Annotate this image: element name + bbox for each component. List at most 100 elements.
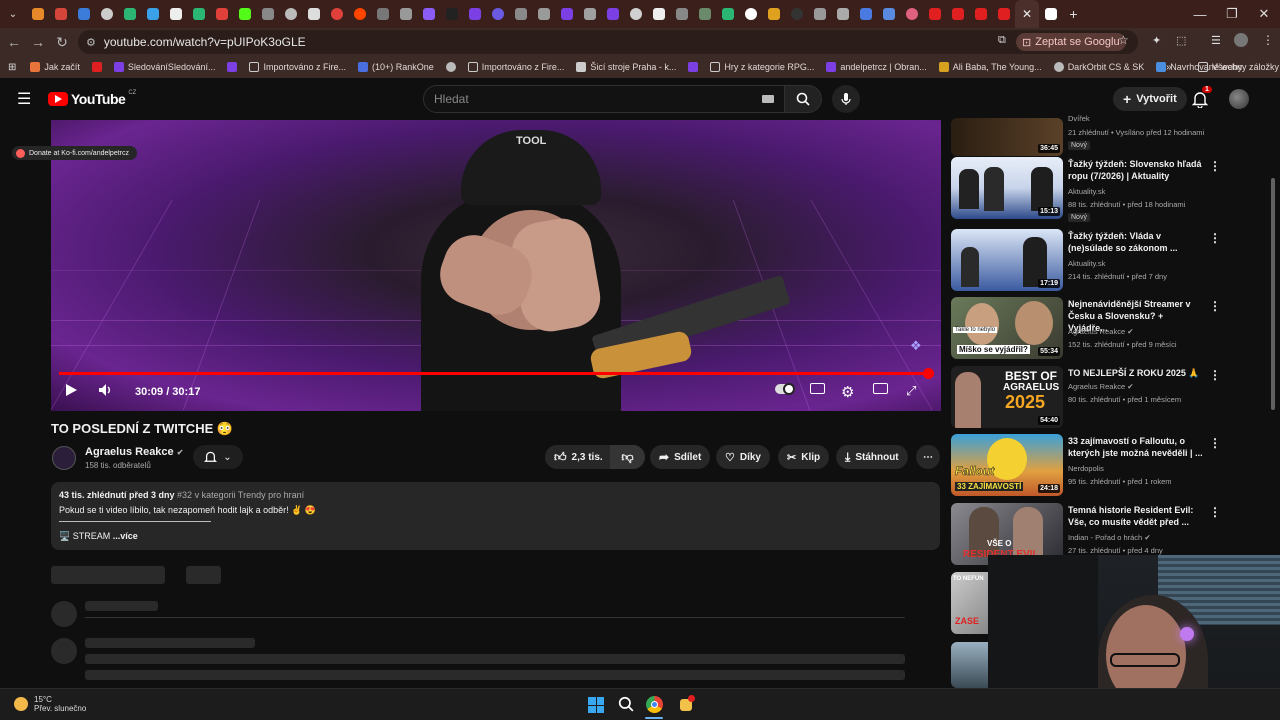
video-thumbnail[interactable]: BEST OF AGRAELUS 2025 54:40: [951, 366, 1063, 428]
more-options-icon[interactable]: ⋮: [1209, 231, 1221, 245]
video-player[interactable]: TOOL ❖ 30:09 / 30:17 ⚙ ⤢: [51, 120, 941, 411]
tab[interactable]: [164, 0, 187, 28]
account-avatar[interactable]: [1229, 89, 1249, 109]
tab[interactable]: [578, 0, 601, 28]
download-button[interactable]: ⤓ Stáhnout: [836, 445, 908, 469]
show-more-link[interactable]: ...více: [113, 531, 138, 541]
tab[interactable]: [486, 0, 509, 28]
bookmark-item[interactable]: [688, 62, 699, 72]
subscription-bell-button[interactable]: ⌄: [193, 445, 243, 469]
tab[interactable]: [716, 0, 739, 28]
forward-button[interactable]: →: [26, 34, 50, 50]
keyboard-icon[interactable]: [762, 95, 774, 103]
maximize-button[interactable]: ❐: [1216, 6, 1248, 22]
tab[interactable]: [279, 0, 302, 28]
bookmark-item[interactable]: (10+) RankOne: [358, 62, 434, 72]
tab[interactable]: [693, 0, 716, 28]
chrome-taskbar-icon[interactable]: [646, 696, 663, 713]
video-thumbnail[interactable]: Takle to nebylo Míško se vyjádřil? 55:34: [951, 297, 1063, 359]
clip-button[interactable]: ✂ Klip: [778, 445, 830, 469]
recommendation-item[interactable]: Takle to nebylo Míško se vyjádřil? 55:34…: [951, 297, 1261, 361]
dislike-button[interactable]: 👎︎: [610, 445, 645, 469]
apps-grid-icon[interactable]: ⊞: [8, 62, 16, 73]
tab[interactable]: [532, 0, 555, 28]
tab[interactable]: [739, 0, 762, 28]
tab[interactable]: [785, 0, 808, 28]
tab[interactable]: [854, 0, 877, 28]
play-button[interactable]: [65, 383, 78, 397]
bookmark-item[interactable]: Šicí stroje Praha - k...: [576, 62, 676, 72]
recommendation-item[interactable]: Fallout 33 ZAJÍMAVOSTÍ 24:18 33 zajímavo…: [951, 434, 1261, 498]
bookmark-item[interactable]: Ali Baba, The Young...: [938, 62, 1042, 72]
more-options-icon[interactable]: ⋮: [1209, 436, 1221, 450]
tab[interactable]: [187, 0, 210, 28]
thanks-button[interactable]: ♡ Díky: [716, 445, 770, 469]
tab[interactable]: [325, 0, 348, 28]
tab[interactable]: [394, 0, 417, 28]
tab[interactable]: [210, 0, 233, 28]
tab[interactable]: [233, 0, 256, 28]
tab[interactable]: [877, 0, 900, 28]
bookmark-folder[interactable]: Importováno z Fire...: [249, 62, 346, 72]
more-options-icon[interactable]: ⋮: [1209, 505, 1221, 519]
taskbar-search-button[interactable]: [618, 696, 634, 717]
settings-button[interactable]: ⚙: [841, 383, 854, 401]
voice-search-button[interactable]: [832, 85, 860, 113]
reload-button[interactable]: ↻: [50, 34, 74, 51]
tab[interactable]: [992, 0, 1015, 28]
tab[interactable]: [118, 0, 141, 28]
tab[interactable]: [900, 0, 923, 28]
tab-active-close[interactable]: ✕: [1015, 0, 1039, 28]
more-actions-button[interactable]: ⋯: [916, 445, 940, 469]
address-bar[interactable]: ⚙ youtube.com/watch?v=pUIPoK3oGLE ⧉ ⊡ Ze…: [78, 30, 1138, 54]
subtitles-button[interactable]: [810, 383, 825, 394]
ask-google-button[interactable]: ⊡ Zeptat se Googlu: [1016, 33, 1126, 51]
tab[interactable]: [946, 0, 969, 28]
tab[interactable]: [463, 0, 486, 28]
bookmark-item[interactable]: [445, 62, 456, 72]
scrubber-handle[interactable]: [922, 368, 934, 379]
bookmark-folder[interactable]: Importováno z Fire...: [467, 62, 564, 72]
tab[interactable]: [49, 0, 72, 28]
weather-widget[interactable]: 15°C Přev. slunečno: [14, 695, 86, 713]
more-bookmarks-icon[interactable]: »: [1166, 62, 1172, 73]
reading-list-icon[interactable]: ☰: [1211, 34, 1221, 47]
site-info-icon[interactable]: ⚙: [86, 36, 96, 49]
channel-avatar[interactable]: [52, 446, 76, 470]
tab[interactable]: [624, 0, 647, 28]
recommendation-item[interactable]: 15:13 Ťažký týždeň: Slovensko hľadá ropu…: [951, 157, 1261, 223]
tab[interactable]: [670, 0, 693, 28]
tab[interactable]: [72, 0, 95, 28]
tab[interactable]: [555, 0, 578, 28]
window-close-button[interactable]: ✕: [1248, 6, 1280, 22]
start-button[interactable]: [588, 697, 604, 713]
bookmark-item[interactable]: [227, 62, 238, 72]
trending-tag[interactable]: #32 v kategorii Trendy pro hraní: [177, 490, 304, 500]
bookmark-item[interactable]: Jak začít: [30, 62, 80, 72]
recommendation-item[interactable]: 17:19 Ťažký týždeň: Vláda v (ne)súlade s…: [951, 229, 1261, 293]
tab[interactable]: [371, 0, 394, 28]
volume-button[interactable]: [98, 383, 112, 397]
bookmark-item[interactable]: [91, 62, 102, 72]
bookmark-item[interactable]: SledováníSledování...: [113, 62, 215, 72]
like-button[interactable]: 👍︎ 2,3 tis.: [545, 445, 613, 469]
puzzle-icon[interactable]: ⬚: [1176, 34, 1186, 47]
tab[interactable]: [762, 0, 785, 28]
install-icon[interactable]: ⧉: [998, 34, 1006, 47]
video-thumbnail[interactable]: Fallout 33 ZAJÍMAVOSTÍ 24:18: [951, 434, 1063, 496]
video-thumbnail[interactable]: 17:19: [951, 229, 1063, 291]
channel-watermark-icon[interactable]: ❖: [910, 338, 922, 354]
fullscreen-button[interactable]: ⤢: [906, 383, 916, 399]
bookmark-folder[interactable]: Hry z kategorie RPG...: [710, 62, 814, 72]
new-tab-button[interactable]: +: [1062, 0, 1085, 28]
app-taskbar-icon[interactable]: [678, 695, 695, 712]
channel-name[interactable]: Agraelus Reakce ✔: [85, 446, 183, 458]
progress-bar[interactable]: [59, 368, 934, 379]
youtube-logo[interactable]: YouTube CZ: [48, 90, 136, 107]
search-button[interactable]: [784, 85, 822, 113]
bookmark-star-icon[interactable]: ☆: [1118, 33, 1129, 47]
search-input[interactable]: Hledat: [423, 85, 785, 113]
tab[interactable]: [647, 0, 670, 28]
video-thumbnail[interactable]: 15:13: [951, 157, 1063, 219]
menu-icon[interactable]: ⋮: [1262, 33, 1274, 47]
